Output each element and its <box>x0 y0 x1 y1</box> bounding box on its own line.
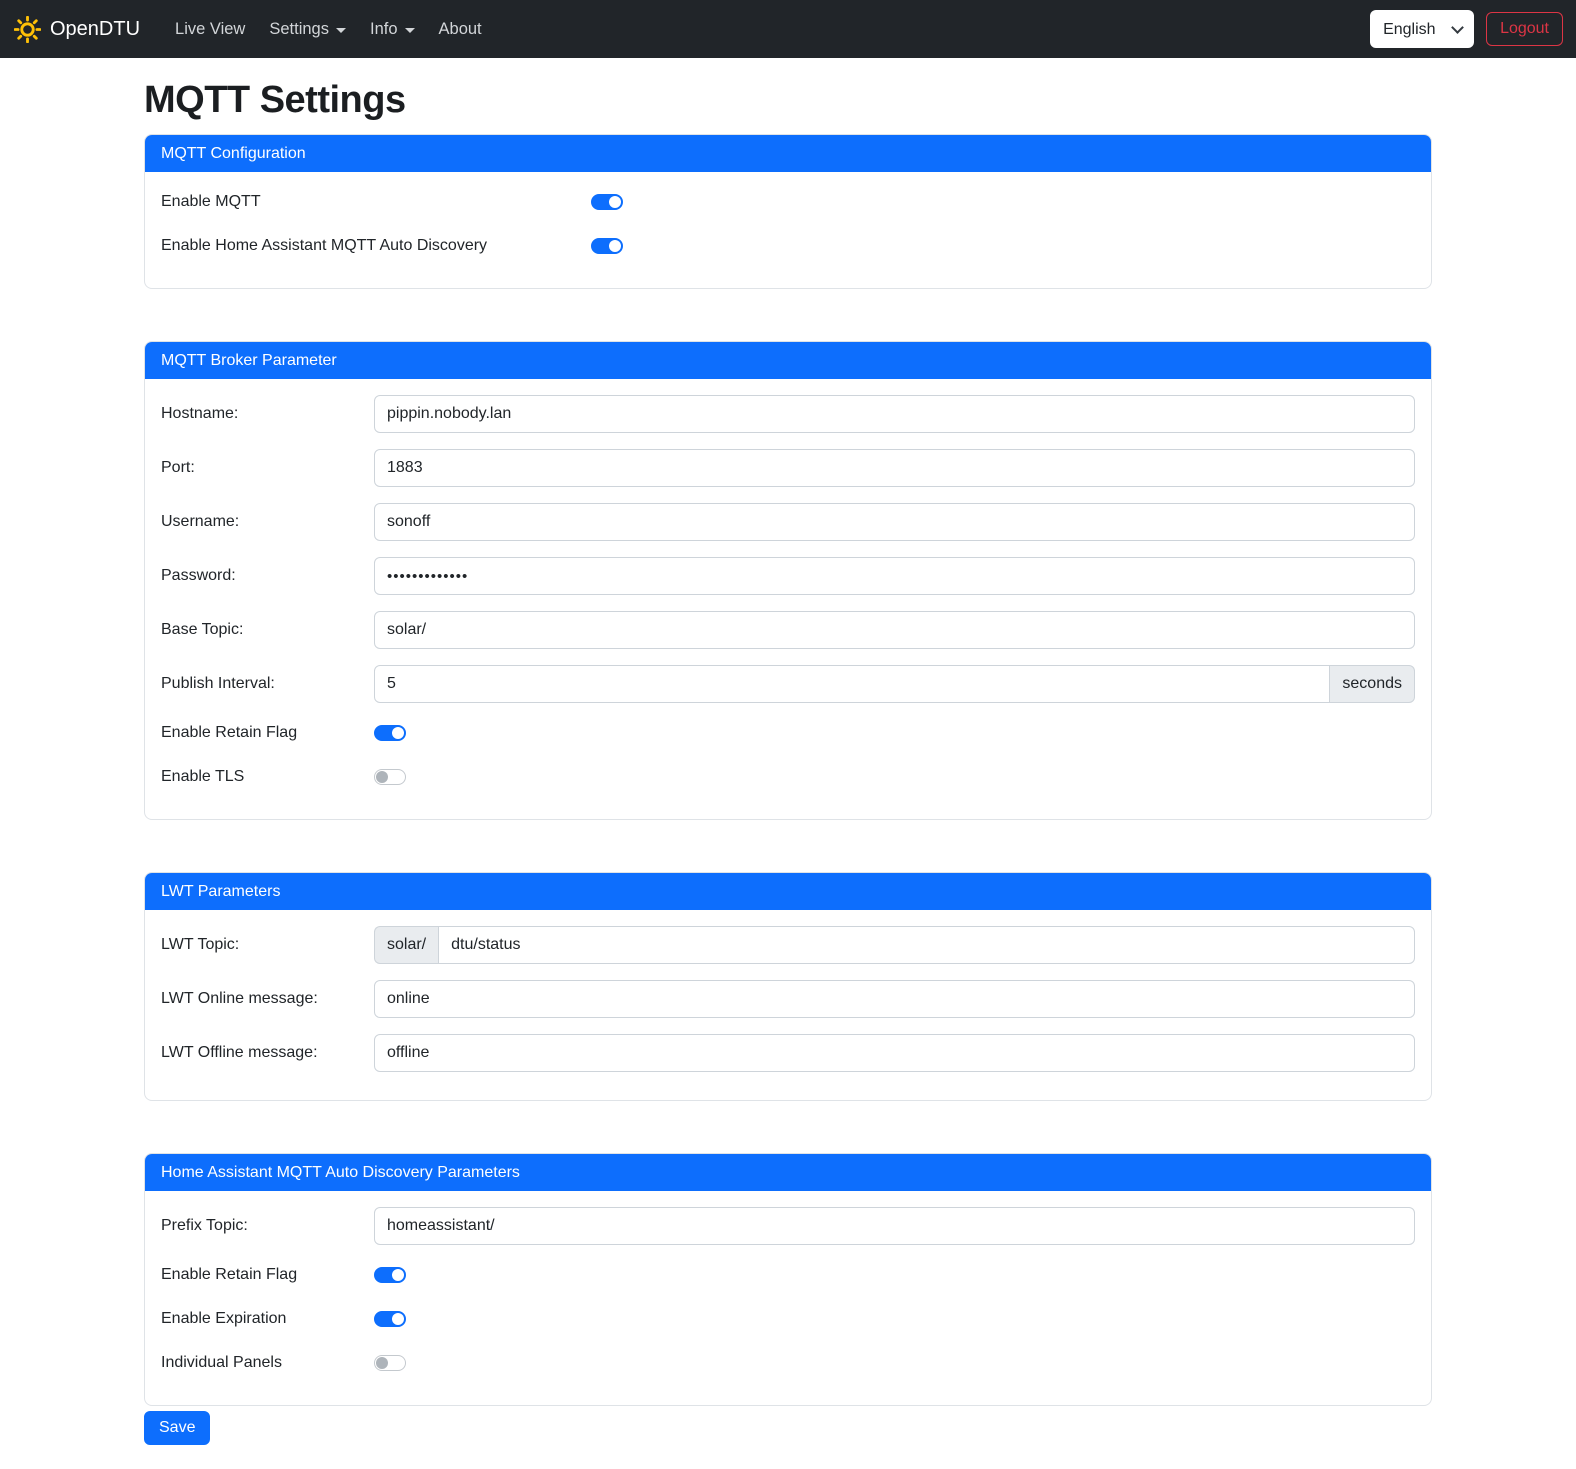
password-label: Password: <box>161 567 374 585</box>
ha-retain-toggle[interactable] <box>374 1267 406 1283</box>
nav-item-live-view[interactable]: Live View <box>165 12 255 47</box>
individual-panels-label: Individual Panels <box>161 1354 374 1372</box>
form-row-port: Port: <box>161 449 1415 487</box>
card-header: MQTT Configuration <box>145 135 1431 172</box>
form-row-lwt-online: LWT Online message: <box>161 980 1415 1018</box>
nav-links: Live View Settings Info About <box>165 12 492 47</box>
toggle-knob <box>376 771 388 783</box>
save-button[interactable]: Save <box>144 1411 210 1445</box>
card-header: LWT Parameters <box>145 873 1431 910</box>
lwt-topic-prefix: solar/ <box>374 926 438 964</box>
card-mqtt-broker-parameter: MQTT Broker Parameter Hostname: Port: Us… <box>144 341 1432 820</box>
ha-retain-label: Enable Retain Flag <box>161 1266 374 1284</box>
top-navbar: OpenDTU Live View Settings Info About En… <box>0 0 1576 58</box>
form-row-base-topic: Base Topic: <box>161 611 1415 649</box>
publish-interval-unit: seconds <box>1330 665 1415 703</box>
enable-mqtt-toggle[interactable] <box>591 194 623 210</box>
toggle-knob <box>609 196 621 208</box>
toggle-knob <box>392 1269 404 1281</box>
nav-item-label: About <box>439 20 482 39</box>
nav-item-about[interactable]: About <box>429 12 492 47</box>
nav-item-label: Live View <box>175 20 245 39</box>
lwt-offline-input[interactable] <box>374 1034 1415 1072</box>
nav-item-label: Settings <box>269 20 329 39</box>
card-lwt-parameters: LWT Parameters LWT Topic: solar/ LWT Onl… <box>144 872 1432 1101</box>
hostname-input[interactable] <box>374 395 1415 433</box>
form-row-publish-interval: Publish Interval: seconds <box>161 665 1415 703</box>
nav-item-label: Info <box>370 20 398 39</box>
port-label: Port: <box>161 459 374 477</box>
enable-tls-label: Enable TLS <box>161 768 374 786</box>
prefix-topic-label: Prefix Topic: <box>161 1217 374 1235</box>
hostname-label: Hostname: <box>161 405 374 423</box>
enable-mqtt-label: Enable MQTT <box>161 193 591 211</box>
ha-expiration-toggle[interactable] <box>374 1311 406 1327</box>
toggle-knob <box>392 727 404 739</box>
toggle-knob <box>392 1313 404 1325</box>
form-row-ha-retain: Enable Retain Flag <box>161 1261 1415 1289</box>
enable-retain-toggle[interactable] <box>374 725 406 741</box>
card-mqtt-configuration: MQTT Configuration Enable MQTT Enable Ho… <box>144 134 1432 289</box>
card-header: Home Assistant MQTT Auto Discovery Param… <box>145 1154 1431 1191</box>
card-body: Enable MQTT Enable Home Assistant MQTT A… <box>145 172 1431 288</box>
card-body: Prefix Topic: Enable Retain Flag Enable … <box>145 1191 1431 1405</box>
form-row-enable-retain: Enable Retain Flag <box>161 719 1415 747</box>
form-row-password: Password: <box>161 557 1415 595</box>
toggle-knob <box>609 240 621 252</box>
language-select[interactable]: English <box>1370 10 1474 48</box>
main-content: MQTT Settings MQTT Configuration Enable … <box>144 79 1432 1469</box>
card-body: LWT Topic: solar/ LWT Online message: LW… <box>145 910 1431 1100</box>
form-row-hostname: Hostname: <box>161 395 1415 433</box>
lwt-topic-input[interactable] <box>438 926 1415 964</box>
enable-ha-discovery-label: Enable Home Assistant MQTT Auto Discover… <box>161 237 591 255</box>
base-topic-input[interactable] <box>374 611 1415 649</box>
password-input[interactable] <box>374 557 1415 595</box>
form-row-enable-mqtt: Enable MQTT <box>161 188 1415 216</box>
caret-down-icon <box>405 28 415 33</box>
card-ha-discovery-parameters: Home Assistant MQTT Auto Discovery Param… <box>144 1153 1432 1406</box>
ha-expiration-label: Enable Expiration <box>161 1310 374 1328</box>
username-label: Username: <box>161 513 374 531</box>
nav-item-settings[interactable]: Settings <box>259 12 356 47</box>
form-row-lwt-topic: LWT Topic: solar/ <box>161 926 1415 964</box>
form-row-lwt-offline: LWT Offline message: <box>161 1034 1415 1072</box>
form-row-individual-panels: Individual Panels <box>161 1349 1415 1377</box>
form-row-username: Username: <box>161 503 1415 541</box>
navbar-right: English Logout <box>1370 10 1563 48</box>
prefix-topic-input[interactable] <box>374 1207 1415 1245</box>
page-title: MQTT Settings <box>144 79 1432 122</box>
sun-icon <box>14 16 41 43</box>
enable-ha-discovery-toggle[interactable] <box>591 238 623 254</box>
username-input[interactable] <box>374 503 1415 541</box>
publish-interval-group: seconds <box>374 665 1415 703</box>
enable-tls-toggle[interactable] <box>374 769 406 785</box>
form-row-enable-tls: Enable TLS <box>161 763 1415 791</box>
caret-down-icon <box>336 28 346 33</box>
lwt-topic-label: LWT Topic: <box>161 936 374 954</box>
card-header: MQTT Broker Parameter <box>145 342 1431 379</box>
enable-retain-label: Enable Retain Flag <box>161 724 374 742</box>
language-select-wrap: English <box>1370 10 1474 48</box>
toggle-knob <box>376 1357 388 1369</box>
nav-item-info[interactable]: Info <box>360 12 425 47</box>
lwt-online-label: LWT Online message: <box>161 990 374 1008</box>
card-body: Hostname: Port: Username: Password: Base… <box>145 379 1431 819</box>
form-row-enable-ha-discovery: Enable Home Assistant MQTT Auto Discover… <box>161 232 1415 260</box>
brand[interactable]: OpenDTU <box>14 16 140 43</box>
lwt-online-input[interactable] <box>374 980 1415 1018</box>
base-topic-label: Base Topic: <box>161 621 374 639</box>
individual-panels-toggle[interactable] <box>374 1355 406 1371</box>
publish-interval-input[interactable] <box>374 665 1330 703</box>
port-input[interactable] <box>374 449 1415 487</box>
lwt-topic-group: solar/ <box>374 926 1415 964</box>
lwt-offline-label: LWT Offline message: <box>161 1044 374 1062</box>
form-row-ha-expiration: Enable Expiration <box>161 1305 1415 1333</box>
form-row-prefix-topic: Prefix Topic: <box>161 1207 1415 1245</box>
brand-title: OpenDTU <box>50 18 140 41</box>
logout-button[interactable]: Logout <box>1486 12 1563 46</box>
publish-interval-label: Publish Interval: <box>161 675 374 693</box>
